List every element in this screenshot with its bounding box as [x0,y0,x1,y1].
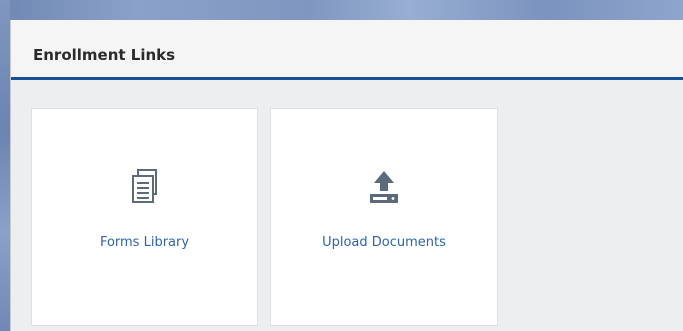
background-strip-left [0,0,10,331]
upload-icon [370,171,398,203]
panel-header: Enrollment Links [11,20,683,80]
upload-documents-tile[interactable]: Upload Documents [270,108,498,326]
forms-library-label[interactable]: Forms Library [32,235,257,250]
forms-library-tile[interactable]: Forms Library [31,108,258,326]
documents-icon [131,169,157,203]
enrollment-links-panel: Enrollment Links Forms Library Upload Do… [10,20,683,331]
upload-documents-label[interactable]: Upload Documents [271,235,497,250]
panel-title: Enrollment Links [33,46,176,64]
